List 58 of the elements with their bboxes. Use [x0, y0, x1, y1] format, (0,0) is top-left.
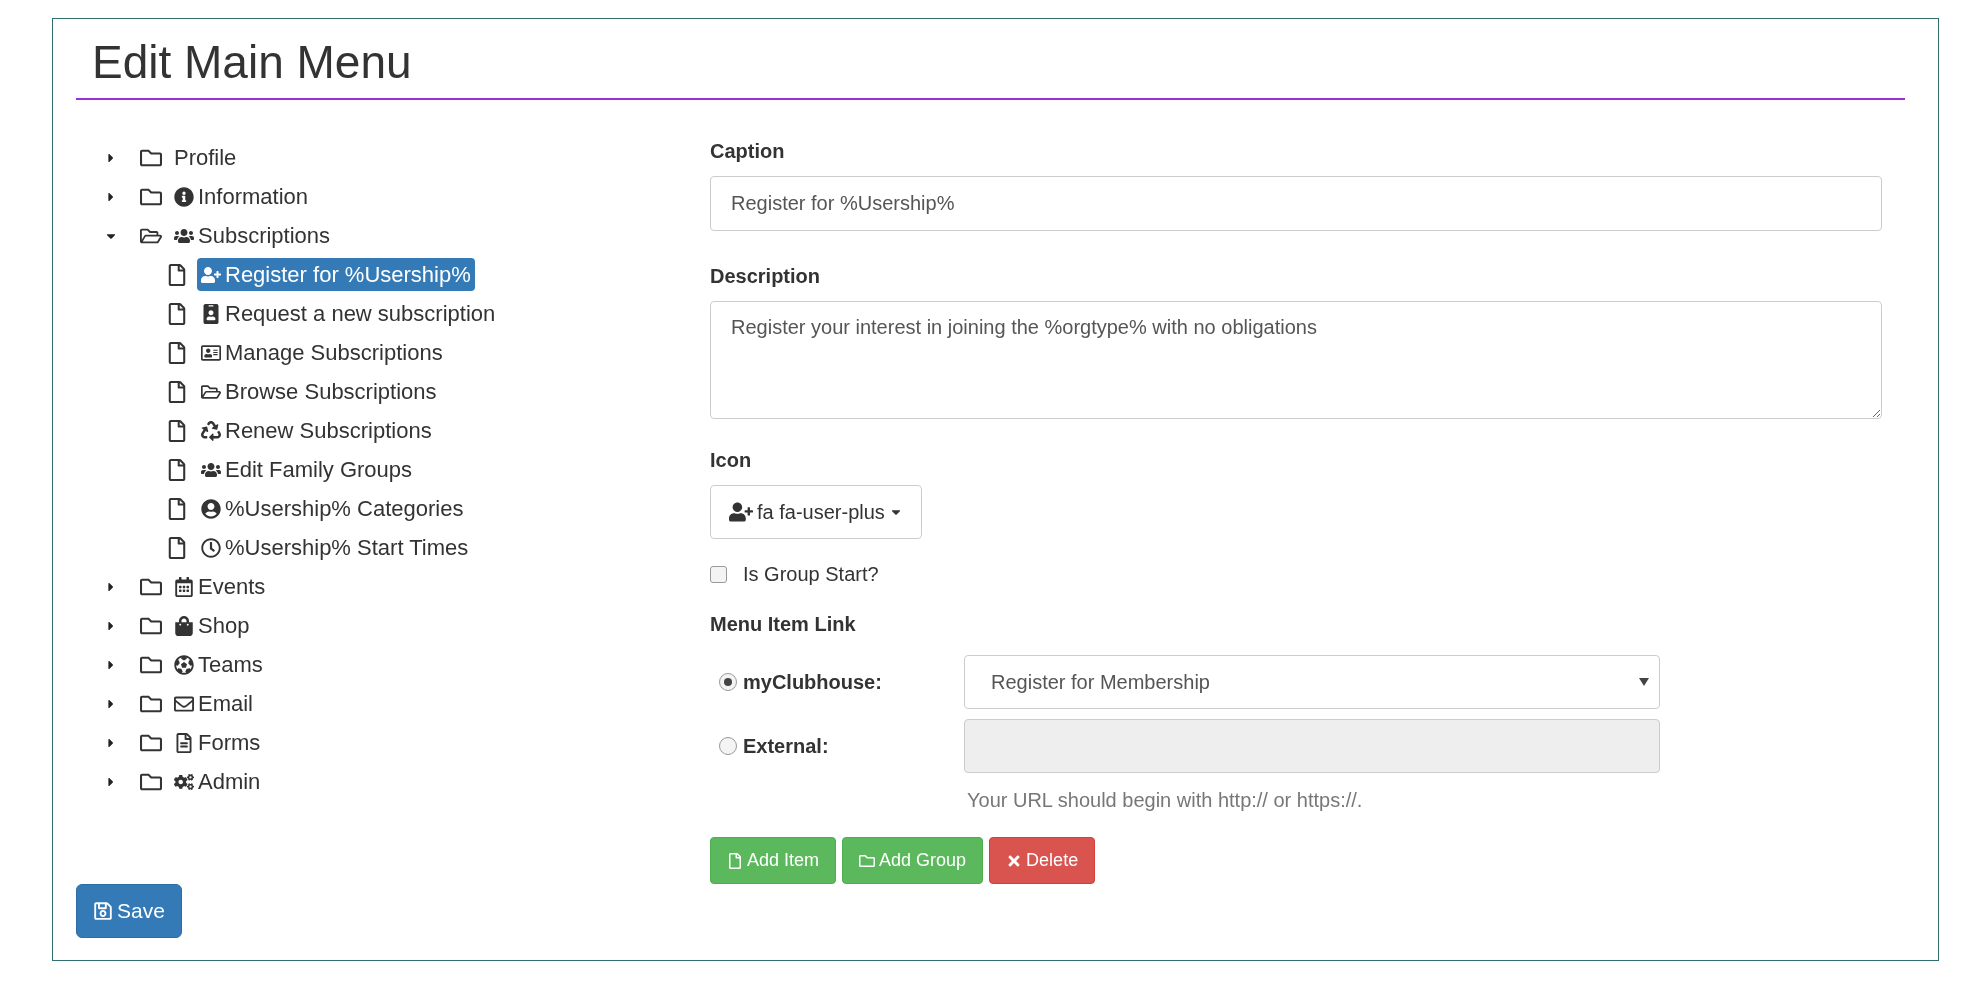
delete-button[interactable]: Delete [989, 837, 1096, 885]
tree-item-label[interactable]: Profile [170, 141, 241, 175]
tree-item-label[interactable]: Register for %Usership% [197, 258, 475, 292]
file-icon [167, 380, 187, 403]
address-card-icon [201, 342, 221, 363]
tree-item-label[interactable]: Admin [170, 765, 265, 799]
gears-icon [174, 771, 194, 792]
info-icon [174, 186, 194, 207]
caption-label: Caption [710, 139, 786, 165]
radio-label: myClubhouse: [743, 670, 882, 696]
file-icon [167, 419, 187, 442]
user-plus-icon [201, 264, 221, 285]
help-text: Your URL should begin with http:// or https://. [967, 788, 1364, 814]
shopping-bag-icon [174, 615, 194, 636]
description-label: Description [710, 264, 822, 290]
caption-field[interactable]: Register for %Usership% [710, 176, 1882, 232]
checkbox[interactable] [710, 565, 727, 583]
tree-item-label[interactable]: Browse Subscriptions [197, 375, 441, 409]
user-plus-icon [729, 502, 753, 523]
page-title: Edit Main Menu [91, 35, 413, 90]
save-icon [93, 901, 113, 921]
file-icon [167, 497, 187, 520]
tree-item-label[interactable]: Subscriptions [170, 219, 335, 253]
document-icon [174, 732, 194, 753]
file-icon [167, 536, 187, 559]
icon-label: Icon [710, 448, 753, 474]
tree-item-label[interactable]: %Usership% Start Times [197, 531, 473, 565]
folder-icon [859, 852, 876, 869]
tree-item-label[interactable]: %Usership% Categories [197, 492, 468, 526]
file-icon [167, 458, 187, 481]
tree-item-label[interactable]: Edit Family Groups [197, 453, 417, 487]
tree-item-label[interactable]: Manage Subscriptions [197, 336, 447, 370]
tree-item-label[interactable]: Renew Subscriptions [197, 414, 436, 448]
clock-icon [201, 537, 221, 558]
radio-label: External: [743, 734, 829, 760]
link-label: Menu Item Link [710, 612, 857, 638]
id-badge-icon [201, 303, 221, 324]
tree-item-label[interactable]: Events [170, 570, 270, 604]
file-icon [167, 263, 187, 286]
description-field[interactable]: Register your interest in joining the %orgtype% with no obligations [710, 301, 1882, 420]
radio-button[interactable] [719, 673, 737, 692]
checkbox-label: Is Group Start? [743, 562, 879, 588]
tree-item-label[interactable]: Teams [170, 648, 267, 682]
tree-item-label[interactable]: Request a new subscription [197, 297, 500, 331]
calendar-icon [174, 576, 194, 597]
file-icon [167, 341, 187, 364]
radio-button[interactable] [719, 737, 737, 756]
icon-dropdown[interactable]: fa fa-user-plus [710, 485, 922, 540]
page-select[interactable]: Register for Membership [964, 655, 1660, 710]
recycle-icon [201, 420, 221, 441]
file-icon [727, 852, 743, 869]
save-button[interactable]: Save [76, 884, 182, 938]
tree-item-label[interactable]: Information [170, 180, 313, 214]
tree-item-label[interactable]: Forms [170, 726, 265, 760]
tree-item-label[interactable]: Shop [170, 609, 254, 643]
file-icon [167, 302, 187, 325]
tree-item-label[interactable]: Email [170, 687, 257, 721]
dropdown-arrow-icon [1639, 678, 1649, 687]
